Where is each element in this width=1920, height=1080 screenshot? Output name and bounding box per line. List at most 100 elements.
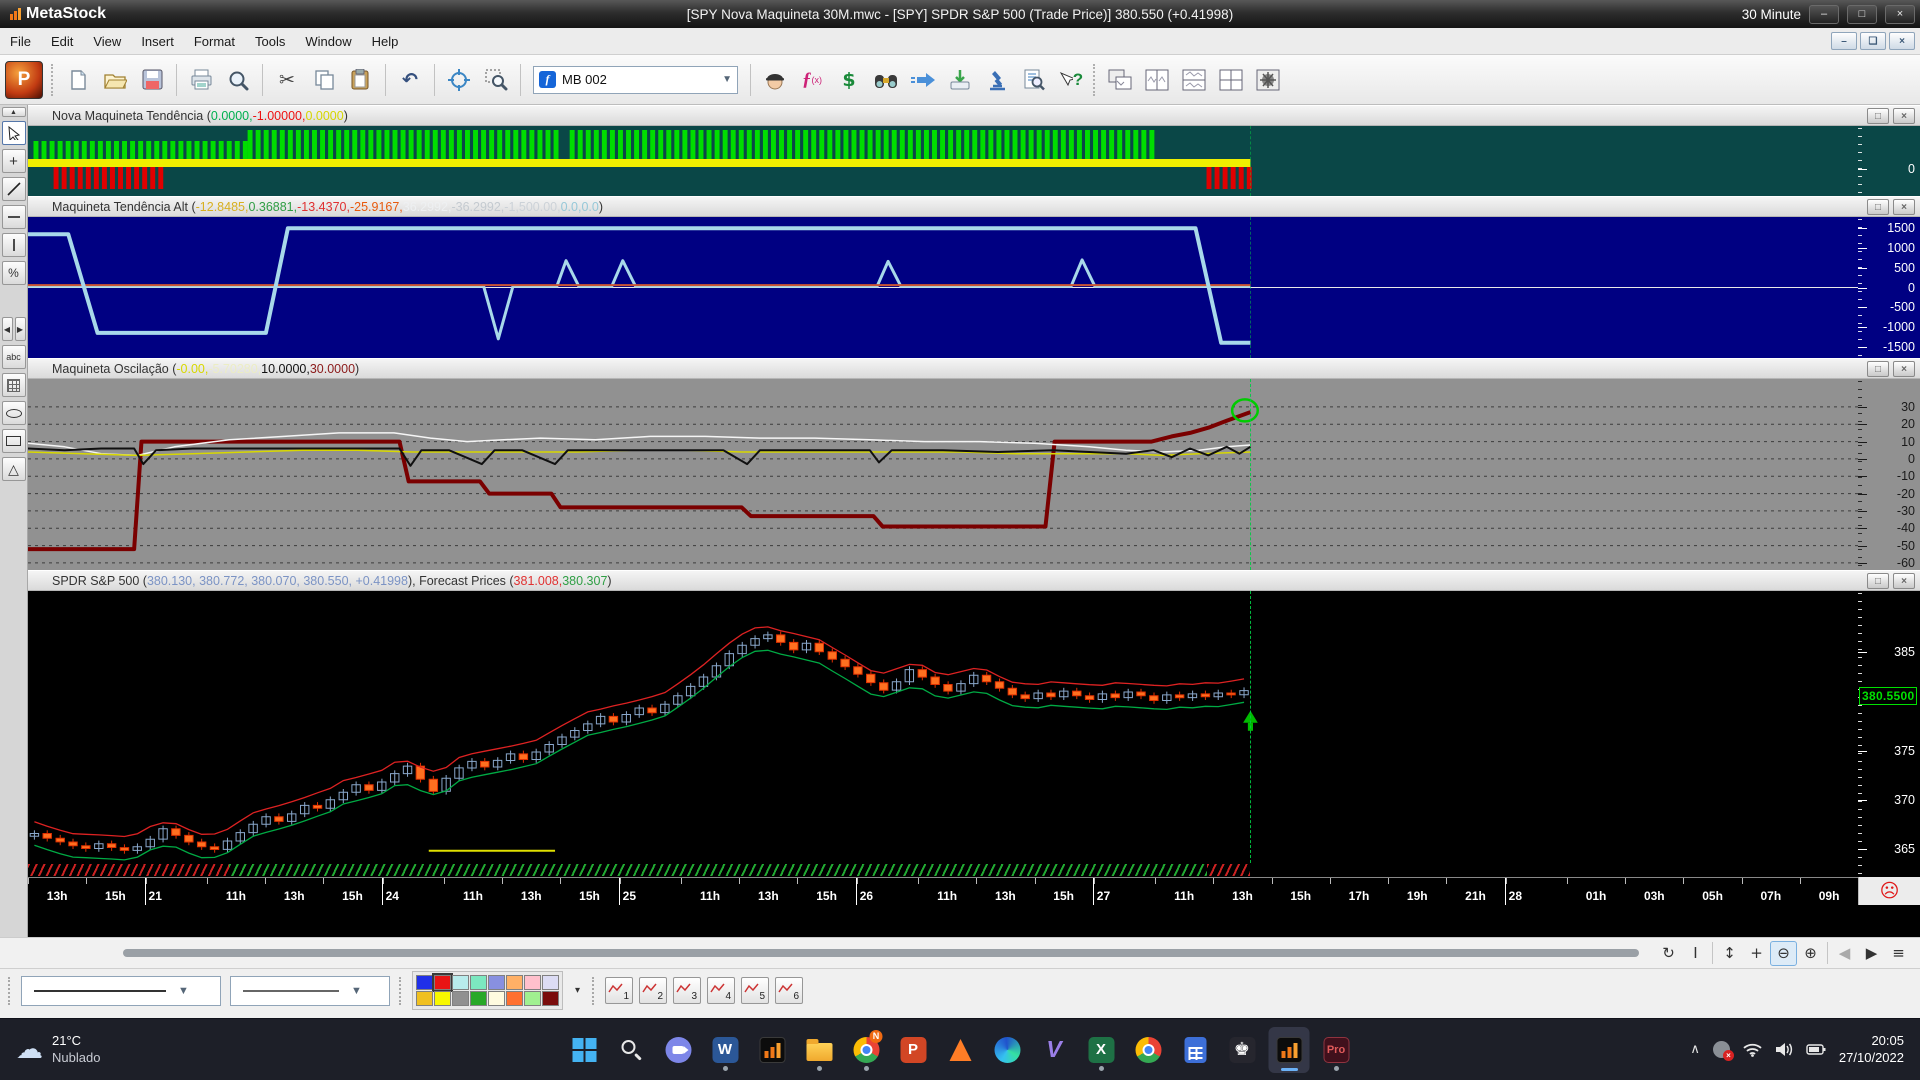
color-swatch[interactable] bbox=[416, 975, 433, 990]
dollar-button[interactable]: $ bbox=[831, 62, 867, 98]
clock[interactable]: 20:05 27/10/2022 bbox=[1839, 1033, 1904, 1067]
scrollbar-thumb[interactable] bbox=[123, 949, 1639, 957]
toolbar-grip[interactable] bbox=[51, 64, 56, 96]
color-swatch[interactable] bbox=[506, 991, 523, 1006]
color-swatch[interactable] bbox=[488, 991, 505, 1006]
status-error-icon[interactable]: × bbox=[1713, 1041, 1730, 1058]
color-swatch[interactable] bbox=[524, 975, 541, 990]
explorer-binoculars-button[interactable] bbox=[868, 62, 904, 98]
tool-ellipse-icon[interactable] bbox=[2, 401, 26, 425]
color-swatch[interactable] bbox=[542, 975, 559, 990]
tool-scroll-up-icon[interactable]: ▲ bbox=[2, 107, 26, 117]
minimize-button[interactable]: – bbox=[1809, 5, 1839, 24]
maquineta-tendencia-alt-chart[interactable] bbox=[28, 217, 1858, 358]
color-swatch[interactable] bbox=[434, 991, 451, 1006]
save-button[interactable] bbox=[134, 62, 170, 98]
panel-close-button[interactable]: × bbox=[1893, 199, 1915, 215]
copy-button[interactable] bbox=[306, 62, 342, 98]
tool-triangle-icon[interactable]: △ bbox=[2, 457, 26, 481]
indicator-fx-button[interactable]: ƒ(x) bbox=[794, 62, 830, 98]
child-minimize-button[interactable]: – bbox=[1831, 32, 1857, 50]
color-swatch[interactable] bbox=[542, 991, 559, 1006]
tool-rectangle-icon[interactable] bbox=[2, 429, 26, 453]
tile-horizontal-button[interactable] bbox=[1176, 62, 1212, 98]
forecaster-arrow-button[interactable] bbox=[905, 62, 941, 98]
taskbar-icon-chrome[interactable]: N bbox=[846, 1027, 887, 1073]
value-scale-maquineta-tendencia-alt[interactable]: 150010005000-500-1000-1500 bbox=[1858, 217, 1920, 358]
panel-maximize-button[interactable]: □ bbox=[1867, 108, 1889, 124]
tool-text-icon[interactable]: abc bbox=[2, 345, 26, 369]
wifi-icon[interactable] bbox=[1743, 1042, 1762, 1057]
crosshair-target-icon[interactable] bbox=[441, 62, 477, 98]
zoom-box-button[interactable] bbox=[478, 62, 514, 98]
tool-grid-icon[interactable] bbox=[2, 373, 26, 397]
tool-crosshair-icon[interactable]: + bbox=[2, 149, 26, 173]
taskbar-icon-calculator[interactable] bbox=[1175, 1027, 1216, 1073]
page-prev-icon[interactable]: ◀ bbox=[2, 317, 13, 341]
taskbar-icon-word[interactable]: W bbox=[705, 1027, 746, 1073]
child-close-button[interactable]: × bbox=[1889, 32, 1915, 50]
menu-insert[interactable]: Insert bbox=[131, 28, 184, 54]
taskbar-icon-visual-studio[interactable]: V bbox=[1034, 1027, 1075, 1073]
study-template-button-1[interactable]: 1 bbox=[605, 977, 633, 1004]
toolbar-grip[interactable] bbox=[8, 977, 12, 1005]
expert-advisor-button[interactable] bbox=[757, 62, 793, 98]
taskbar-icon-metastock-small[interactable] bbox=[752, 1027, 793, 1073]
symbol-combobox[interactable]: f MB 002 ▼ bbox=[533, 66, 738, 94]
context-help-button[interactable]: ? bbox=[1053, 62, 1089, 98]
color-swatch[interactable] bbox=[416, 991, 433, 1006]
menu-window[interactable]: Window bbox=[295, 28, 361, 54]
study-template-button-6[interactable]: 6 bbox=[775, 977, 803, 1004]
print-button[interactable] bbox=[183, 62, 219, 98]
menu-format[interactable]: Format bbox=[184, 28, 245, 54]
toolbar-grip[interactable] bbox=[1093, 64, 1098, 96]
color-swatch[interactable] bbox=[434, 975, 451, 990]
taskbar-icon-start[interactable] bbox=[564, 1027, 605, 1073]
taskbar-icon-search[interactable] bbox=[611, 1027, 652, 1073]
panel-maximize-button[interactable]: □ bbox=[1867, 361, 1889, 377]
panel-close-button[interactable]: × bbox=[1893, 361, 1915, 377]
menu-file[interactable]: File bbox=[0, 28, 41, 54]
undo-button[interactable]: ↶ bbox=[392, 62, 428, 98]
menu-view[interactable]: View bbox=[83, 28, 131, 54]
plot-maquineta-oscilacao[interactable] bbox=[28, 379, 1858, 570]
workspace-settings-button[interactable] bbox=[1250, 62, 1286, 98]
menu-edit[interactable]: Edit bbox=[41, 28, 83, 54]
battery-icon[interactable] bbox=[1806, 1043, 1826, 1056]
value-scale-maquineta-oscilacao[interactable]: 3020100-10-20-30-40-50-60 bbox=[1858, 379, 1920, 570]
pan-button[interactable]: + bbox=[1743, 941, 1770, 966]
study-template-button-4[interactable]: 4 bbox=[707, 977, 735, 1004]
taskbar-icon-pro[interactable]: Pro bbox=[1316, 1027, 1357, 1073]
page-left-button[interactable]: ◀ bbox=[1831, 941, 1858, 966]
menu-help[interactable]: Help bbox=[362, 28, 409, 54]
maximize-button[interactable]: □ bbox=[1847, 5, 1877, 24]
palette-dropdown-icon[interactable]: ▾ bbox=[572, 985, 583, 996]
vertical-scale-button[interactable]: ↕ bbox=[1716, 941, 1743, 966]
plot-nova-maquineta-tendencia[interactable] bbox=[28, 126, 1858, 196]
toolbar-grip[interactable] bbox=[399, 977, 403, 1005]
paste-button[interactable] bbox=[343, 62, 379, 98]
chevron-down-icon[interactable]: ▼ bbox=[178, 985, 189, 997]
study-template-button-3[interactable]: 3 bbox=[673, 977, 701, 1004]
report-preview-button[interactable] bbox=[1016, 62, 1052, 98]
panel-maximize-button[interactable]: □ bbox=[1867, 573, 1889, 589]
cursor-mode-button[interactable]: I bbox=[1682, 941, 1709, 966]
taskbar-icon-vlc[interactable] bbox=[940, 1027, 981, 1073]
volume-icon[interactable] bbox=[1775, 1042, 1793, 1057]
panel-close-button[interactable]: × bbox=[1893, 573, 1915, 589]
taskbar-icon-excel[interactable]: X bbox=[1081, 1027, 1122, 1073]
child-restore-button[interactable]: ❏ bbox=[1860, 32, 1886, 50]
downloader-button[interactable] bbox=[942, 62, 978, 98]
tile-grid-button[interactable] bbox=[1213, 62, 1249, 98]
close-button[interactable]: × bbox=[1885, 5, 1915, 24]
tray-chevron-icon[interactable]: ∧ bbox=[1690, 1042, 1700, 1057]
line-weight-combobox[interactable]: ▼ bbox=[230, 976, 390, 1006]
new-chart-button[interactable] bbox=[60, 62, 96, 98]
study-template-button-2[interactable]: 2 bbox=[639, 977, 667, 1004]
cut-button[interactable]: ✂ bbox=[269, 62, 305, 98]
tool-horizontal-line-icon[interactable] bbox=[2, 205, 26, 229]
panel-maximize-button[interactable]: □ bbox=[1867, 199, 1889, 215]
chevron-down-icon[interactable]: ▼ bbox=[351, 985, 362, 997]
window-list-button[interactable]: ≡ bbox=[1885, 941, 1912, 966]
sad-face-icon[interactable]: ☹ bbox=[1880, 880, 1900, 902]
